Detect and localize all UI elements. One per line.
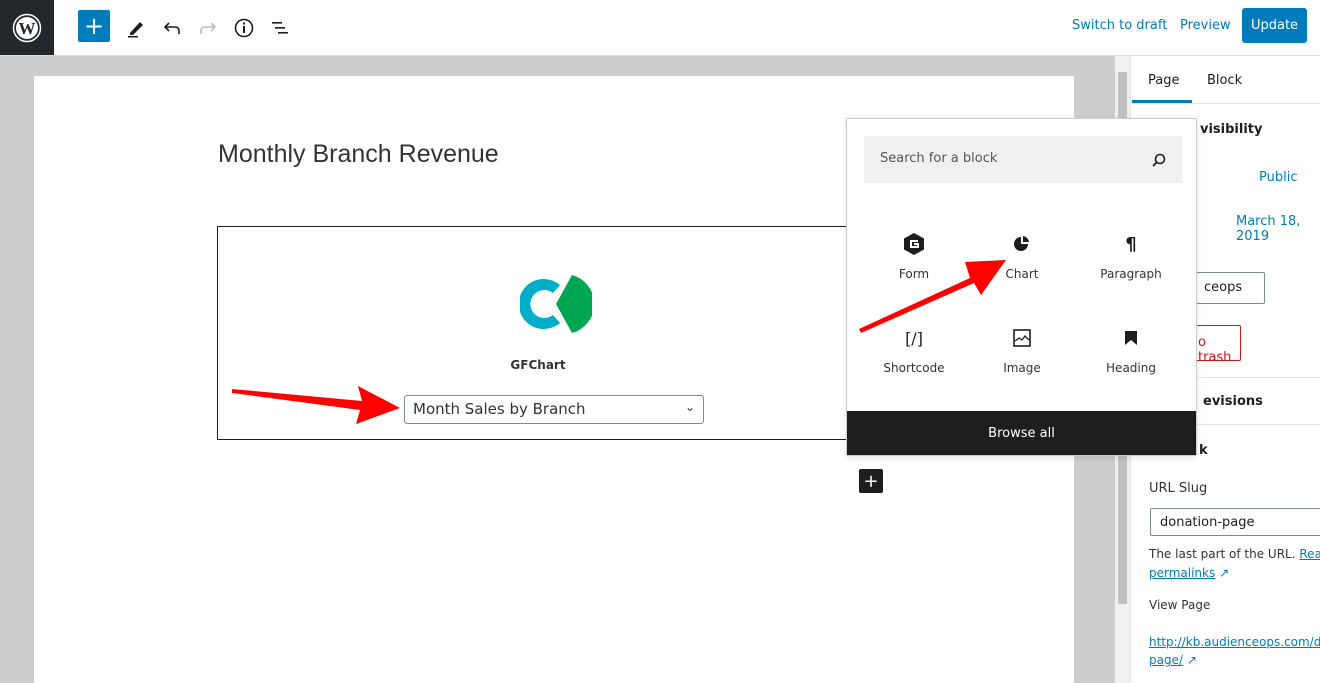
block-item-paragraph[interactable]: ¶ Paragraph xyxy=(1077,231,1185,282)
view-page-link-end[interactable]: page/ xyxy=(1149,653,1183,667)
update-button[interactable]: Update xyxy=(1242,8,1307,43)
preview-button[interactable]: Preview xyxy=(1180,18,1231,33)
search-icon xyxy=(1152,153,1166,167)
block-search-input[interactable]: Search for a block xyxy=(864,136,1183,183)
permalinks-link[interactable]: permalinks xyxy=(1149,566,1215,580)
gfchart-block[interactable]: GFChart Month Sales by Branch ⌄ xyxy=(217,226,857,440)
svg-text:W: W xyxy=(19,19,36,38)
chevron-down-icon: ⌄ xyxy=(684,400,695,414)
permalink-heading[interactable]: k xyxy=(1199,443,1208,458)
url-slug-value: donation-page xyxy=(1160,515,1255,530)
tab-page[interactable]: Page xyxy=(1148,73,1179,88)
add-block-inline-button[interactable]: + xyxy=(859,469,883,493)
url-slug-input[interactable]: donation-page xyxy=(1150,508,1320,536)
visibility-heading[interactable]: visibility xyxy=(1200,122,1263,137)
author-select[interactable]: ceops xyxy=(1191,272,1265,304)
add-block-button[interactable]: + xyxy=(78,10,110,42)
block-inserter-popover: Search for a block Form Chart ¶ Paragraph… xyxy=(846,118,1197,456)
divider xyxy=(1131,103,1320,104)
redo-icon[interactable] xyxy=(192,12,224,44)
switch-to-draft-button[interactable]: Switch to draft xyxy=(1072,18,1167,33)
pie-chart-icon xyxy=(968,231,1076,257)
trash-label: o trash xyxy=(1198,335,1232,365)
external-link-icon: ↗ xyxy=(1186,653,1197,667)
gfchart-logo-icon xyxy=(518,273,595,339)
move-to-trash-button[interactable]: o trash xyxy=(1191,325,1241,365)
block-item-heading[interactable]: Heading xyxy=(1077,325,1185,375)
block-label: Image xyxy=(1003,361,1041,375)
image-icon xyxy=(968,325,1076,351)
url-slug-label: URL Slug xyxy=(1149,481,1208,496)
top-toolbar: W + Switch to draft Preview Update xyxy=(0,0,1320,56)
list-view-icon[interactable] xyxy=(264,12,296,44)
pilcrow-icon: ¶ xyxy=(1125,233,1137,255)
edit-pencil-icon[interactable] xyxy=(120,12,152,44)
page-title[interactable]: Monthly Branch Revenue xyxy=(218,140,499,169)
search-placeholder: Search for a block xyxy=(880,151,998,166)
chart-select-value: Month Sales by Branch xyxy=(413,400,586,418)
block-label: Paragraph xyxy=(1100,267,1162,281)
author-value: ceops xyxy=(1204,280,1243,295)
info-icon[interactable] xyxy=(228,12,260,44)
bookmark-icon xyxy=(1077,325,1185,351)
revisions-link[interactable]: evisions xyxy=(1203,394,1263,409)
shortcode-icon: [/] xyxy=(905,328,923,348)
block-item-form[interactable]: Form xyxy=(860,231,968,281)
block-label: Chart xyxy=(1005,267,1039,281)
block-item-image[interactable]: Image xyxy=(968,325,1076,375)
block-label: Shortcode xyxy=(883,361,945,375)
read-link[interactable]: Read xyxy=(1299,547,1320,561)
help-text: The last part of the URL. xyxy=(1149,547,1296,561)
external-link-icon: ↗ xyxy=(1219,566,1230,580)
block-name: GFChart xyxy=(510,358,566,372)
undo-icon[interactable] xyxy=(156,12,188,44)
block-label: Heading xyxy=(1106,361,1156,375)
block-item-shortcode[interactable]: [/] Shortcode xyxy=(860,325,968,376)
block-item-chart[interactable]: Chart xyxy=(968,231,1076,281)
wordpress-logo-icon[interactable]: W xyxy=(0,0,54,55)
block-label: Form xyxy=(898,267,930,281)
chart-select[interactable]: Month Sales by Branch ⌄ xyxy=(404,395,704,424)
browse-all-button[interactable]: Browse all xyxy=(847,411,1196,455)
tab-block[interactable]: Block xyxy=(1207,73,1242,88)
view-page-link[interactable]: http://kb.audienceops.com/do xyxy=(1149,635,1320,649)
visibility-value[interactable]: Public xyxy=(1259,170,1297,185)
gravity-forms-icon xyxy=(860,231,968,257)
view-page-label: View Page xyxy=(1149,598,1211,612)
publish-date[interactable]: March 18, 2019 xyxy=(1236,214,1320,244)
